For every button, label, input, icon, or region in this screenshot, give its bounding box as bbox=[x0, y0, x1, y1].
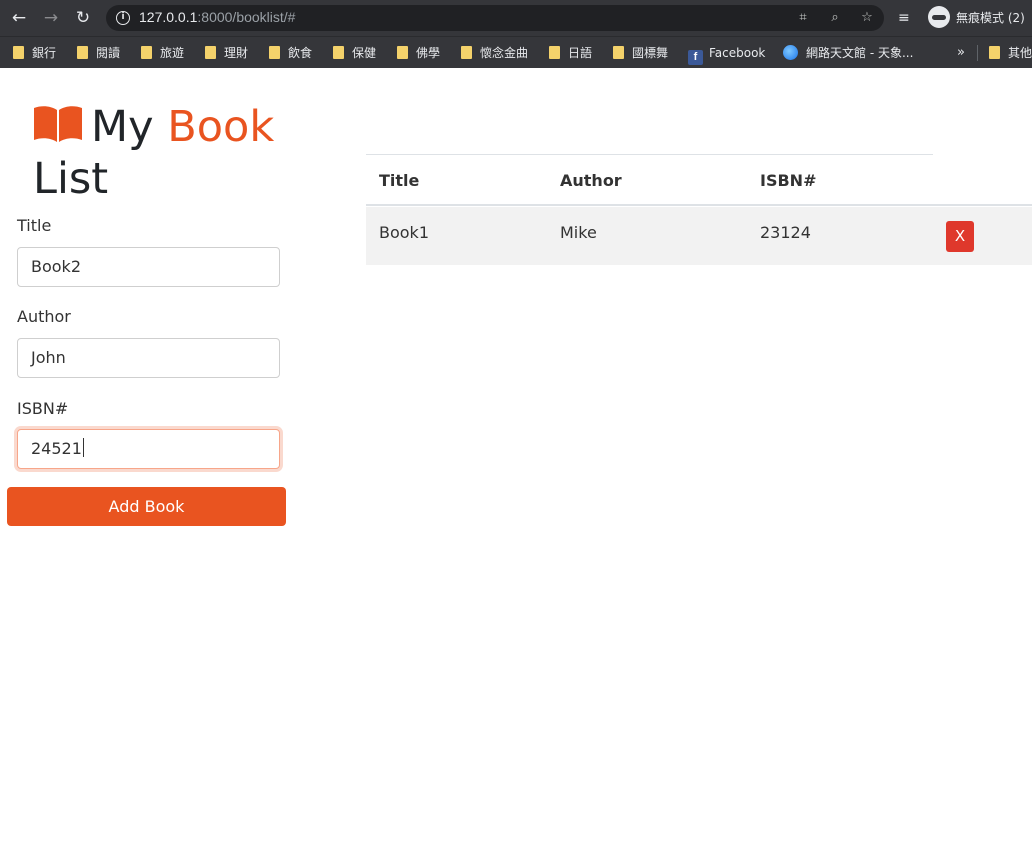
delete-book-button[interactable]: X bbox=[946, 221, 974, 252]
title-label: Title bbox=[17, 216, 52, 235]
bookmark-other-folder[interactable]: 其他 bbox=[989, 43, 1032, 63]
bookmark-label: 其他 bbox=[1008, 46, 1032, 60]
header-isbn: ISBN# bbox=[760, 171, 817, 190]
table-header: Title Author ISBN# bbox=[366, 155, 1032, 206]
back-arrow-icon[interactable]: ← bbox=[8, 7, 30, 29]
folder-icon bbox=[549, 46, 560, 59]
folder-icon bbox=[141, 46, 152, 59]
incognito-profile[interactable]: 無痕模式 (2) bbox=[928, 6, 1025, 30]
title-book: Book bbox=[167, 102, 275, 152]
bookmark-label: 日語 bbox=[568, 46, 593, 60]
reading-list-icon[interactable]: ≡ bbox=[898, 8, 910, 28]
table-row: Book1 Mike 23124 X bbox=[366, 207, 1032, 265]
cell-author: Mike bbox=[560, 223, 597, 242]
page-content: My Book List Title Book2 Author John ISBN… bbox=[0, 69, 1032, 865]
address-bar[interactable]: i 127.0.0.1:8000/booklist/# ⌗ ⌕ ☆ bbox=[106, 5, 884, 31]
incognito-icon bbox=[928, 6, 950, 28]
site-info-icon[interactable]: i bbox=[116, 11, 130, 25]
globe-icon bbox=[783, 45, 798, 60]
isbn-input[interactable]: 24521 bbox=[17, 429, 280, 469]
author-input[interactable]: John bbox=[17, 338, 280, 378]
bookmark-label: 懷念金曲 bbox=[480, 46, 529, 60]
folder-icon bbox=[205, 46, 216, 59]
bookmark-label: 網路天文館 - 天象... bbox=[806, 46, 914, 60]
bookmarks-bar: 銀行 閱讀 旅遊 理財 飲食 保健 佛學 懷念金曲 日語 國標舞 f Facebo… bbox=[0, 36, 1032, 68]
reload-icon[interactable]: ↻ bbox=[72, 7, 94, 29]
folder-icon bbox=[269, 46, 280, 59]
browser-toolbar: ← → ↻ i 127.0.0.1:8000/booklist/# ⌗ ⌕ ☆ … bbox=[0, 0, 1032, 36]
star-icon[interactable]: ☆ bbox=[858, 9, 876, 27]
text-caret bbox=[82, 438, 84, 457]
facebook-icon: f bbox=[688, 50, 703, 65]
folder-icon bbox=[397, 46, 408, 59]
bookmark-label: 閱讀 bbox=[96, 46, 121, 60]
author-label: Author bbox=[17, 307, 71, 326]
bookmark-folder[interactable]: 理財 bbox=[205, 43, 248, 63]
zoom-icon[interactable]: ⌕ bbox=[826, 9, 844, 27]
url-host: 127.0.0.1 bbox=[139, 9, 198, 25]
folder-icon bbox=[77, 46, 88, 59]
folder-icon bbox=[461, 46, 472, 59]
bookmark-label: 銀行 bbox=[32, 46, 57, 60]
bookmark-folder[interactable]: 銀行 bbox=[13, 43, 56, 63]
bookmark-folder[interactable]: 佛學 bbox=[397, 43, 440, 63]
bookmark-label: 佛學 bbox=[416, 46, 441, 60]
title-input[interactable]: Book2 bbox=[17, 247, 280, 287]
bookmark-label: 旅遊 bbox=[160, 46, 185, 60]
bookmark-label: 國標舞 bbox=[632, 46, 669, 60]
bookmark-folder[interactable]: 保健 bbox=[333, 43, 376, 63]
page-title: My Book List bbox=[33, 101, 283, 205]
header-title: Title bbox=[379, 171, 420, 190]
bookmark-folder[interactable]: 國標舞 bbox=[613, 43, 668, 63]
bookmark-label: 保健 bbox=[352, 46, 377, 60]
title-my: My bbox=[91, 102, 154, 152]
bookmark-label: 理財 bbox=[224, 46, 249, 60]
url-text[interactable]: 127.0.0.1:8000/booklist/# bbox=[139, 9, 295, 25]
url-path: :8000/booklist/# bbox=[197, 9, 296, 25]
bookmarks-divider bbox=[977, 45, 978, 61]
isbn-label: ISBN# bbox=[17, 399, 69, 418]
header-author: Author bbox=[560, 171, 622, 190]
more-bookmarks-icon[interactable]: » bbox=[957, 43, 965, 63]
bookmark-facebook[interactable]: f Facebook bbox=[688, 43, 766, 65]
incognito-label: 無痕模式 (2) bbox=[956, 10, 1025, 25]
bookmark-folder[interactable]: 閱讀 bbox=[77, 43, 120, 63]
bookmark-label: 飲食 bbox=[288, 46, 313, 60]
bookmark-folder[interactable]: 日語 bbox=[549, 43, 592, 63]
folder-icon bbox=[13, 46, 24, 59]
folder-icon bbox=[333, 46, 344, 59]
bookmark-astronomy[interactable]: 網路天文館 - 天象... bbox=[783, 43, 913, 63]
cell-title: Book1 bbox=[379, 223, 429, 242]
bookmark-label: Facebook bbox=[709, 46, 766, 60]
title-list: List bbox=[33, 154, 109, 204]
bookmark-folder[interactable]: 飲食 bbox=[269, 43, 312, 63]
isbn-value: 24521 bbox=[31, 439, 82, 458]
forward-arrow-icon[interactable]: → bbox=[40, 7, 62, 29]
bookmark-folder[interactable]: 懷念金曲 bbox=[461, 43, 528, 63]
folder-icon bbox=[989, 46, 1000, 59]
bookmark-folder[interactable]: 旅遊 bbox=[141, 43, 184, 63]
translate-icon[interactable]: ⌗ bbox=[794, 9, 812, 27]
cell-isbn: 23124 bbox=[760, 223, 811, 242]
add-book-button[interactable]: Add Book bbox=[7, 487, 286, 526]
folder-icon bbox=[613, 46, 624, 59]
open-book-icon bbox=[34, 106, 82, 142]
